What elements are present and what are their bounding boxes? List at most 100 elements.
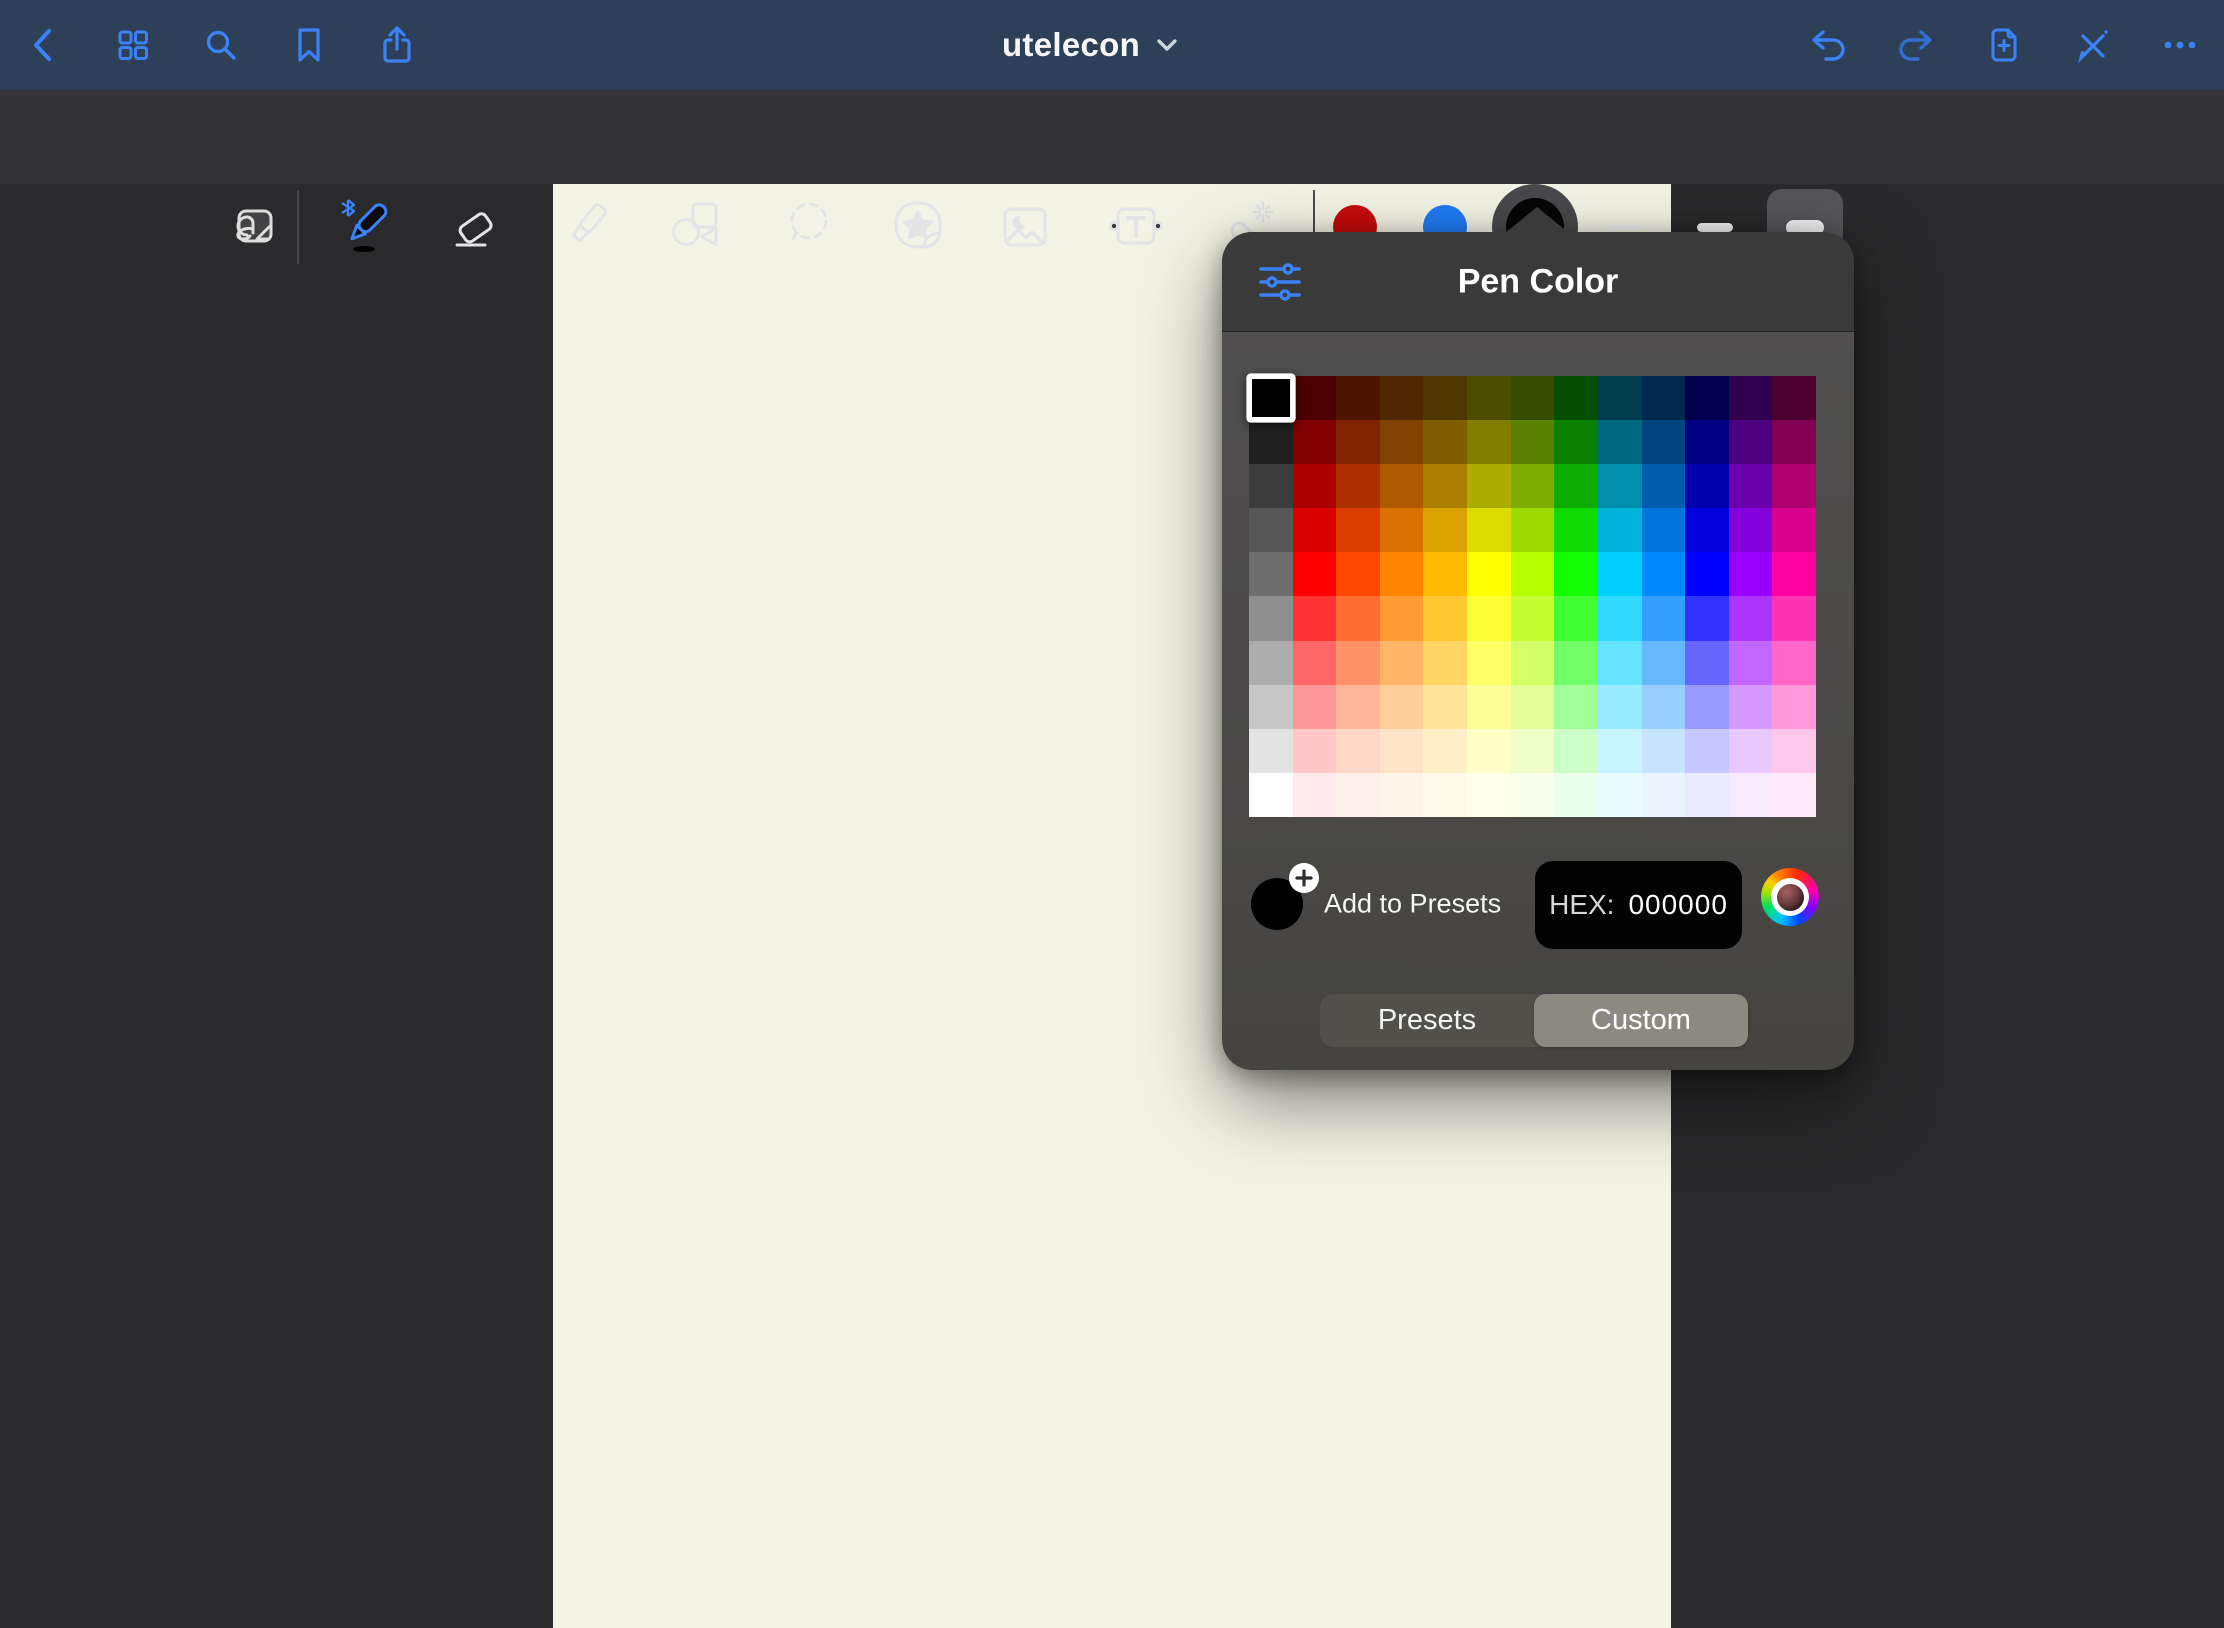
color-swatch[interactable] bbox=[1554, 420, 1598, 464]
color-swatch[interactable] bbox=[1380, 508, 1424, 552]
tab-presets[interactable]: Presets bbox=[1320, 994, 1534, 1047]
color-swatch[interactable] bbox=[1511, 729, 1555, 773]
color-swatch[interactable] bbox=[1598, 729, 1642, 773]
color-swatch[interactable] bbox=[1336, 464, 1380, 508]
color-swatch[interactable] bbox=[1380, 596, 1424, 640]
color-swatch[interactable] bbox=[1554, 773, 1598, 817]
color-swatch[interactable] bbox=[1598, 773, 1642, 817]
highlighter-tool[interactable] bbox=[553, 195, 617, 259]
page-grid-button[interactable] bbox=[107, 19, 159, 71]
color-swatch[interactable] bbox=[1642, 773, 1686, 817]
color-swatch[interactable] bbox=[1380, 552, 1424, 596]
color-swatch[interactable] bbox=[1642, 464, 1686, 508]
color-swatch[interactable] bbox=[1685, 420, 1729, 464]
color-swatch[interactable] bbox=[1467, 552, 1511, 596]
color-swatch[interactable] bbox=[1729, 641, 1773, 685]
color-swatch[interactable] bbox=[1729, 508, 1773, 552]
stickers-tool[interactable] bbox=[886, 195, 950, 259]
color-wheel-button[interactable] bbox=[1761, 868, 1819, 926]
color-swatch[interactable] bbox=[1336, 508, 1380, 552]
color-swatch[interactable] bbox=[1642, 641, 1686, 685]
color-swatch[interactable] bbox=[1772, 773, 1816, 817]
color-swatch[interactable] bbox=[1598, 464, 1642, 508]
redo-button[interactable] bbox=[1890, 19, 1942, 71]
color-swatch[interactable] bbox=[1423, 729, 1467, 773]
lasso-tool[interactable] bbox=[778, 195, 842, 259]
color-swatch[interactable] bbox=[1380, 464, 1424, 508]
add-to-presets-button[interactable] bbox=[1289, 863, 1319, 893]
page-template-tool[interactable] bbox=[221, 195, 285, 259]
color-swatch[interactable] bbox=[1729, 773, 1773, 817]
color-swatch[interactable] bbox=[1249, 729, 1293, 773]
color-swatch[interactable] bbox=[1511, 773, 1555, 817]
color-swatch[interactable] bbox=[1511, 376, 1555, 420]
color-swatch[interactable] bbox=[1336, 376, 1380, 420]
bookmark-button[interactable] bbox=[283, 19, 335, 71]
color-swatch[interactable] bbox=[1380, 420, 1424, 464]
color-swatch[interactable] bbox=[1293, 685, 1337, 729]
color-swatch[interactable] bbox=[1293, 464, 1337, 508]
color-swatch[interactable] bbox=[1467, 508, 1511, 552]
color-swatch[interactable] bbox=[1423, 552, 1467, 596]
add-page-button[interactable] bbox=[1978, 19, 2030, 71]
color-swatch[interactable] bbox=[1249, 508, 1293, 552]
color-swatch[interactable] bbox=[1467, 464, 1511, 508]
color-swatch[interactable] bbox=[1423, 685, 1467, 729]
color-swatch[interactable] bbox=[1642, 420, 1686, 464]
color-swatch[interactable] bbox=[1380, 376, 1424, 420]
color-swatch[interactable] bbox=[1729, 685, 1773, 729]
color-swatch[interactable] bbox=[1554, 596, 1598, 640]
color-swatch[interactable] bbox=[1336, 641, 1380, 685]
color-swatch[interactable] bbox=[1598, 685, 1642, 729]
color-swatch[interactable] bbox=[1642, 729, 1686, 773]
color-swatch[interactable] bbox=[1598, 596, 1642, 640]
color-swatch[interactable] bbox=[1685, 729, 1729, 773]
color-swatch[interactable] bbox=[1380, 685, 1424, 729]
color-swatch[interactable] bbox=[1685, 596, 1729, 640]
color-swatch[interactable] bbox=[1423, 641, 1467, 685]
color-swatch[interactable] bbox=[1336, 596, 1380, 640]
shapes-tool[interactable] bbox=[664, 195, 728, 259]
undo-button[interactable] bbox=[1802, 19, 1854, 71]
color-swatch[interactable] bbox=[1772, 376, 1816, 420]
color-swatch[interactable] bbox=[1772, 420, 1816, 464]
color-swatch[interactable] bbox=[1729, 552, 1773, 596]
color-swatch[interactable] bbox=[1511, 596, 1555, 640]
color-swatch[interactable] bbox=[1423, 773, 1467, 817]
color-swatch[interactable] bbox=[1511, 508, 1555, 552]
image-tool[interactable] bbox=[993, 195, 1057, 259]
color-swatch[interactable] bbox=[1467, 729, 1511, 773]
tab-custom[interactable]: Custom bbox=[1534, 994, 1748, 1047]
color-swatch[interactable] bbox=[1423, 420, 1467, 464]
color-swatch[interactable] bbox=[1293, 420, 1337, 464]
color-swatch[interactable] bbox=[1336, 773, 1380, 817]
color-swatch[interactable] bbox=[1685, 773, 1729, 817]
color-swatch[interactable] bbox=[1598, 420, 1642, 464]
color-swatch[interactable] bbox=[1467, 376, 1511, 420]
color-swatch[interactable] bbox=[1293, 596, 1337, 640]
color-swatch[interactable] bbox=[1249, 552, 1293, 596]
color-swatch[interactable] bbox=[1772, 729, 1816, 773]
color-swatch[interactable] bbox=[1293, 641, 1337, 685]
color-swatch[interactable] bbox=[1249, 685, 1293, 729]
color-swatch[interactable] bbox=[1249, 773, 1293, 817]
pen-options-button[interactable] bbox=[1256, 258, 1304, 306]
more-button[interactable] bbox=[2154, 19, 2206, 71]
color-swatch[interactable] bbox=[1642, 376, 1686, 420]
color-swatch[interactable] bbox=[1554, 508, 1598, 552]
color-swatch[interactable] bbox=[1772, 596, 1816, 640]
color-swatch[interactable] bbox=[1554, 729, 1598, 773]
color-swatch[interactable] bbox=[1249, 596, 1293, 640]
document-title-menu[interactable]: utelecon bbox=[1002, 26, 1178, 64]
color-swatch[interactable] bbox=[1467, 420, 1511, 464]
color-swatch[interactable] bbox=[1293, 376, 1337, 420]
color-swatch[interactable] bbox=[1642, 685, 1686, 729]
back-button[interactable] bbox=[19, 19, 71, 71]
color-swatch[interactable] bbox=[1336, 685, 1380, 729]
color-swatch[interactable] bbox=[1598, 376, 1642, 420]
color-swatch[interactable] bbox=[1380, 729, 1424, 773]
color-swatch[interactable] bbox=[1249, 420, 1293, 464]
pen-tool[interactable] bbox=[333, 195, 397, 259]
color-swatch[interactable] bbox=[1685, 641, 1729, 685]
color-swatch[interactable] bbox=[1554, 552, 1598, 596]
